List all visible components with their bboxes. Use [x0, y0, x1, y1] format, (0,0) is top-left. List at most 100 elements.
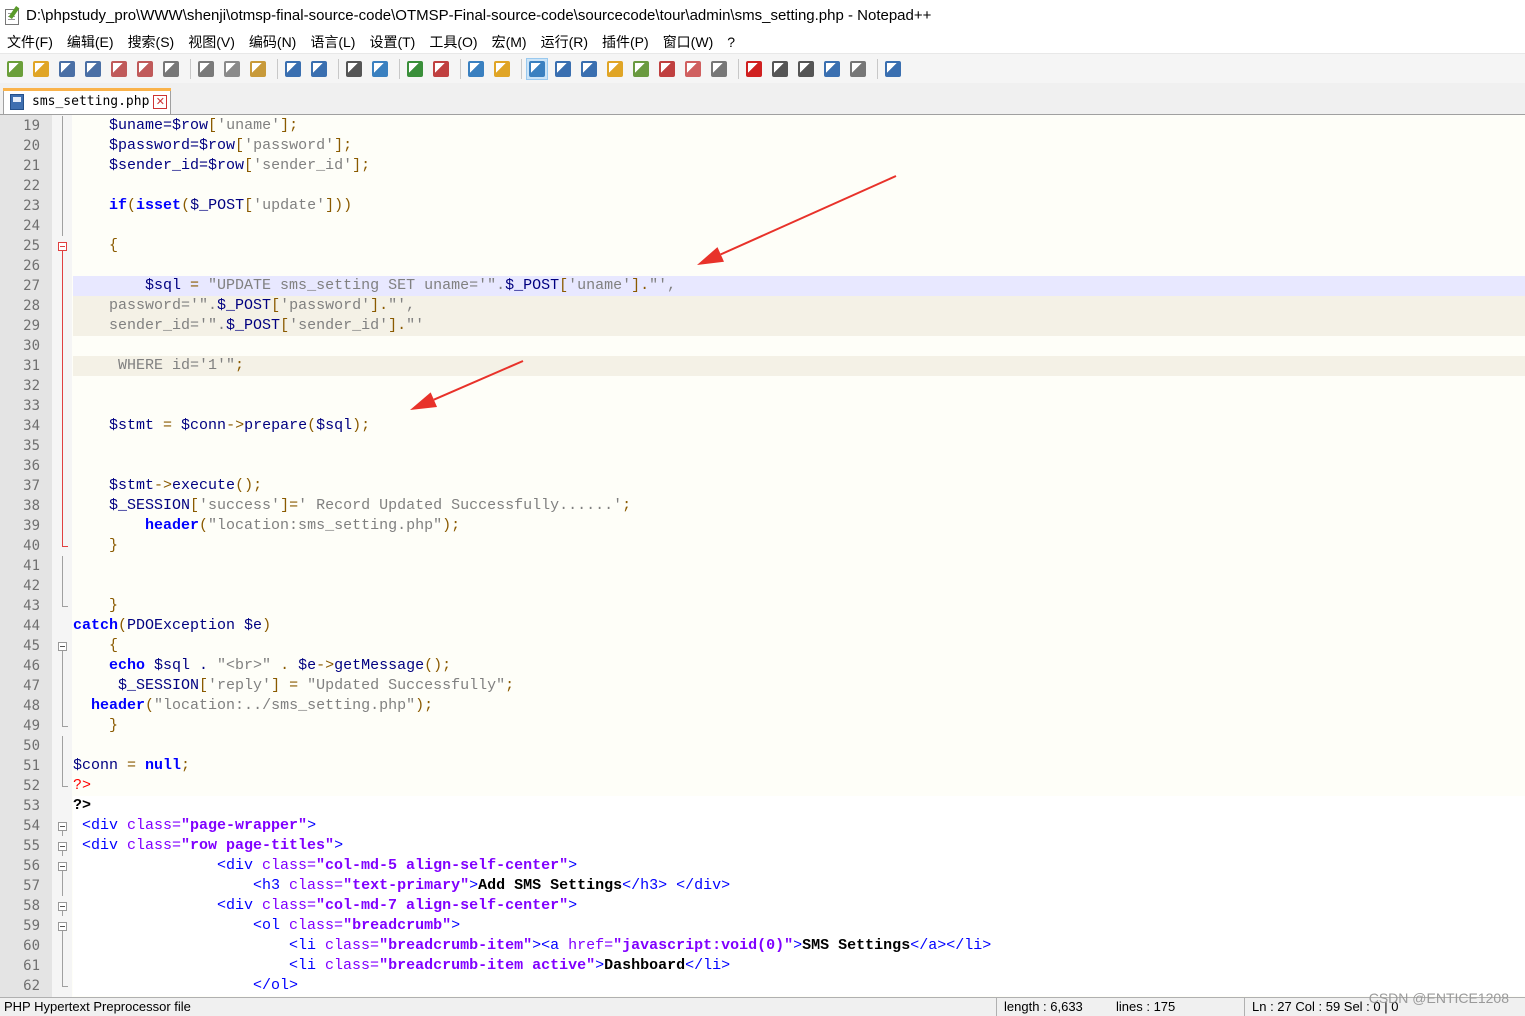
code-line[interactable]: 40 } [0, 536, 1525, 556]
find-icon[interactable] [343, 58, 365, 80]
replace-icon[interactable] [369, 58, 391, 80]
code-line[interactable]: 52 ?> [0, 776, 1525, 796]
code-line[interactable]: 50 [0, 736, 1525, 756]
code-line[interactable]: 46 echo $sql . "<br>" . $e->getMessage()… [0, 656, 1525, 676]
code-line[interactable]: 31 WHERE id='1'"; [0, 356, 1525, 376]
code-line[interactable]: 35 [0, 436, 1525, 456]
menu-item-7[interactable]: 工具(O) [422, 32, 484, 52]
zoom-in-icon[interactable] [404, 58, 426, 80]
code-line[interactable]: 54 <div class="page-wrapper"> [0, 816, 1525, 836]
sync-horizontal-icon[interactable] [491, 58, 513, 80]
code-line[interactable]: 29 sender_id='".$_POST['sender_id']."' [0, 316, 1525, 336]
close-tab-icon[interactable]: ✕ [153, 94, 168, 109]
code-line[interactable]: 28 password='".$_POST['password']."', [0, 296, 1525, 316]
copy-icon[interactable] [221, 58, 243, 80]
menu-item-3[interactable]: 视图(V) [181, 32, 242, 52]
play-macro-icon[interactable] [795, 58, 817, 80]
code-line[interactable]: 34 $stmt = $conn->prepare($sql); [0, 416, 1525, 436]
menu-item-10[interactable]: 插件(P) [595, 32, 656, 52]
new-file-icon[interactable] [4, 58, 26, 80]
code-line[interactable]: 49 } [0, 716, 1525, 736]
run-macro-multiple-icon[interactable] [821, 58, 843, 80]
sync-vertical-icon[interactable] [465, 58, 487, 80]
function-list-icon[interactable] [656, 58, 678, 80]
menu-item-12[interactable]: ? [720, 34, 742, 50]
code-line[interactable]: 39 header("location:sms_setting.php"); [0, 516, 1525, 536]
show-all-chars-icon[interactable] [552, 58, 574, 80]
doc-map-icon[interactable] [630, 58, 652, 80]
code-line[interactable]: 23 if(isset($_POST['update'])) [0, 196, 1525, 216]
close-icon[interactable] [108, 58, 130, 80]
redo-icon[interactable] [308, 58, 330, 80]
code-line[interactable]: 59 <ol class="breadcrumb"> [0, 916, 1525, 936]
indent-guide-icon[interactable] [578, 58, 600, 80]
code-line[interactable]: 30 [0, 336, 1525, 356]
code-line[interactable]: 51 $conn = null; [0, 756, 1525, 776]
spell-check-icon[interactable] [882, 58, 904, 80]
code-line[interactable]: 53 ?> [0, 796, 1525, 816]
code-line[interactable]: 20 $password=$row['password']; [0, 136, 1525, 156]
print-icon[interactable] [160, 58, 182, 80]
code-line[interactable]: 58 <div class="col-md-7 align-self-cente… [0, 896, 1525, 916]
folder-workspace-icon[interactable] [682, 58, 704, 80]
save-icon[interactable] [56, 58, 78, 80]
undo-icon[interactable] [282, 58, 304, 80]
code-line[interactable]: 56 <div class="col-md-5 align-self-cente… [0, 856, 1525, 876]
code-line[interactable]: 41 [0, 556, 1525, 576]
code-line[interactable]: 61 <li class="breadcrumb-item active">Da… [0, 956, 1525, 976]
fold-toggle-icon[interactable] [58, 842, 67, 851]
fold-toggle-icon[interactable] [58, 822, 67, 831]
menu-item-0[interactable]: 文件(F) [0, 32, 60, 52]
save-all-icon[interactable] [82, 58, 104, 80]
code-line[interactable]: 33 [0, 396, 1525, 416]
code-line[interactable]: 62 </ol> [0, 976, 1525, 996]
code-line[interactable]: 22 [0, 176, 1525, 196]
status-file-type: PHP Hypertext Preprocessor file [4, 999, 191, 1014]
code-line[interactable]: 19 $uname=$row['uname']; [0, 116, 1525, 136]
code-line[interactable]: 27 $sql = "UPDATE sms_setting SET uname=… [0, 276, 1525, 296]
code-line[interactable]: 25 { [0, 236, 1525, 256]
code-line[interactable]: 57 <h3 class="text-primary">Add SMS Sett… [0, 876, 1525, 896]
menu-item-5[interactable]: 语言(L) [303, 32, 362, 52]
record-macro-icon[interactable] [743, 58, 765, 80]
code-line[interactable]: 43 } [0, 596, 1525, 616]
code-line[interactable]: 42 [0, 576, 1525, 596]
code-line[interactable]: 21 $sender_id=$row['sender_id']; [0, 156, 1525, 176]
menu-item-2[interactable]: 搜索(S) [121, 32, 182, 52]
user-language-icon[interactable] [604, 58, 626, 80]
tab-sms-setting[interactable]: sms_setting.php ✕ [3, 88, 171, 114]
open-file-icon[interactable] [30, 58, 52, 80]
code-line[interactable]: 26 [0, 256, 1525, 276]
menu-item-9[interactable]: 运行(R) [534, 32, 595, 52]
paste-icon[interactable] [247, 58, 269, 80]
fold-toggle-icon[interactable] [58, 902, 67, 911]
fold-toggle-icon[interactable] [58, 242, 67, 251]
code-line[interactable]: 44 catch(PDOException $e) [0, 616, 1525, 636]
code-line[interactable]: 47 $_SESSION['reply'] = "Updated Success… [0, 676, 1525, 696]
code-editor[interactable]: 19 $uname=$row['uname']; 20 $password=$ro… [0, 115, 1525, 997]
code-line[interactable]: 32 [0, 376, 1525, 396]
menu-item-1[interactable]: 编辑(E) [60, 32, 121, 52]
code-line[interactable]: 45 { [0, 636, 1525, 656]
save-macro-icon[interactable] [847, 58, 869, 80]
fold-toggle-icon[interactable] [58, 922, 67, 931]
stop-record-icon[interactable] [769, 58, 791, 80]
code-line[interactable]: 38 $_SESSION['success']=' Record Updated… [0, 496, 1525, 516]
code-line[interactable]: 36 [0, 456, 1525, 476]
code-line[interactable]: 37 $stmt->execute(); [0, 476, 1525, 496]
menu-item-8[interactable]: 宏(M) [485, 32, 534, 52]
code-line[interactable]: 48 header("location:../sms_setting.php")… [0, 696, 1525, 716]
menu-item-4[interactable]: 编码(N) [242, 32, 303, 52]
cut-icon[interactable] [195, 58, 217, 80]
code-line[interactable]: 55 <div class="row page-titles"> [0, 836, 1525, 856]
fold-toggle-icon[interactable] [58, 642, 67, 651]
code-line[interactable]: 24 [0, 216, 1525, 236]
menu-item-11[interactable]: 窗口(W) [656, 32, 721, 52]
menu-item-6[interactable]: 设置(T) [362, 32, 422, 52]
word-wrap-icon[interactable] [526, 57, 548, 80]
monitor-icon[interactable] [708, 58, 730, 80]
code-line[interactable]: 60 <li class="breadcrumb-item"><a href="… [0, 936, 1525, 956]
fold-toggle-icon[interactable] [58, 862, 67, 871]
zoom-out-icon[interactable] [430, 58, 452, 80]
close-all-icon[interactable] [134, 58, 156, 80]
